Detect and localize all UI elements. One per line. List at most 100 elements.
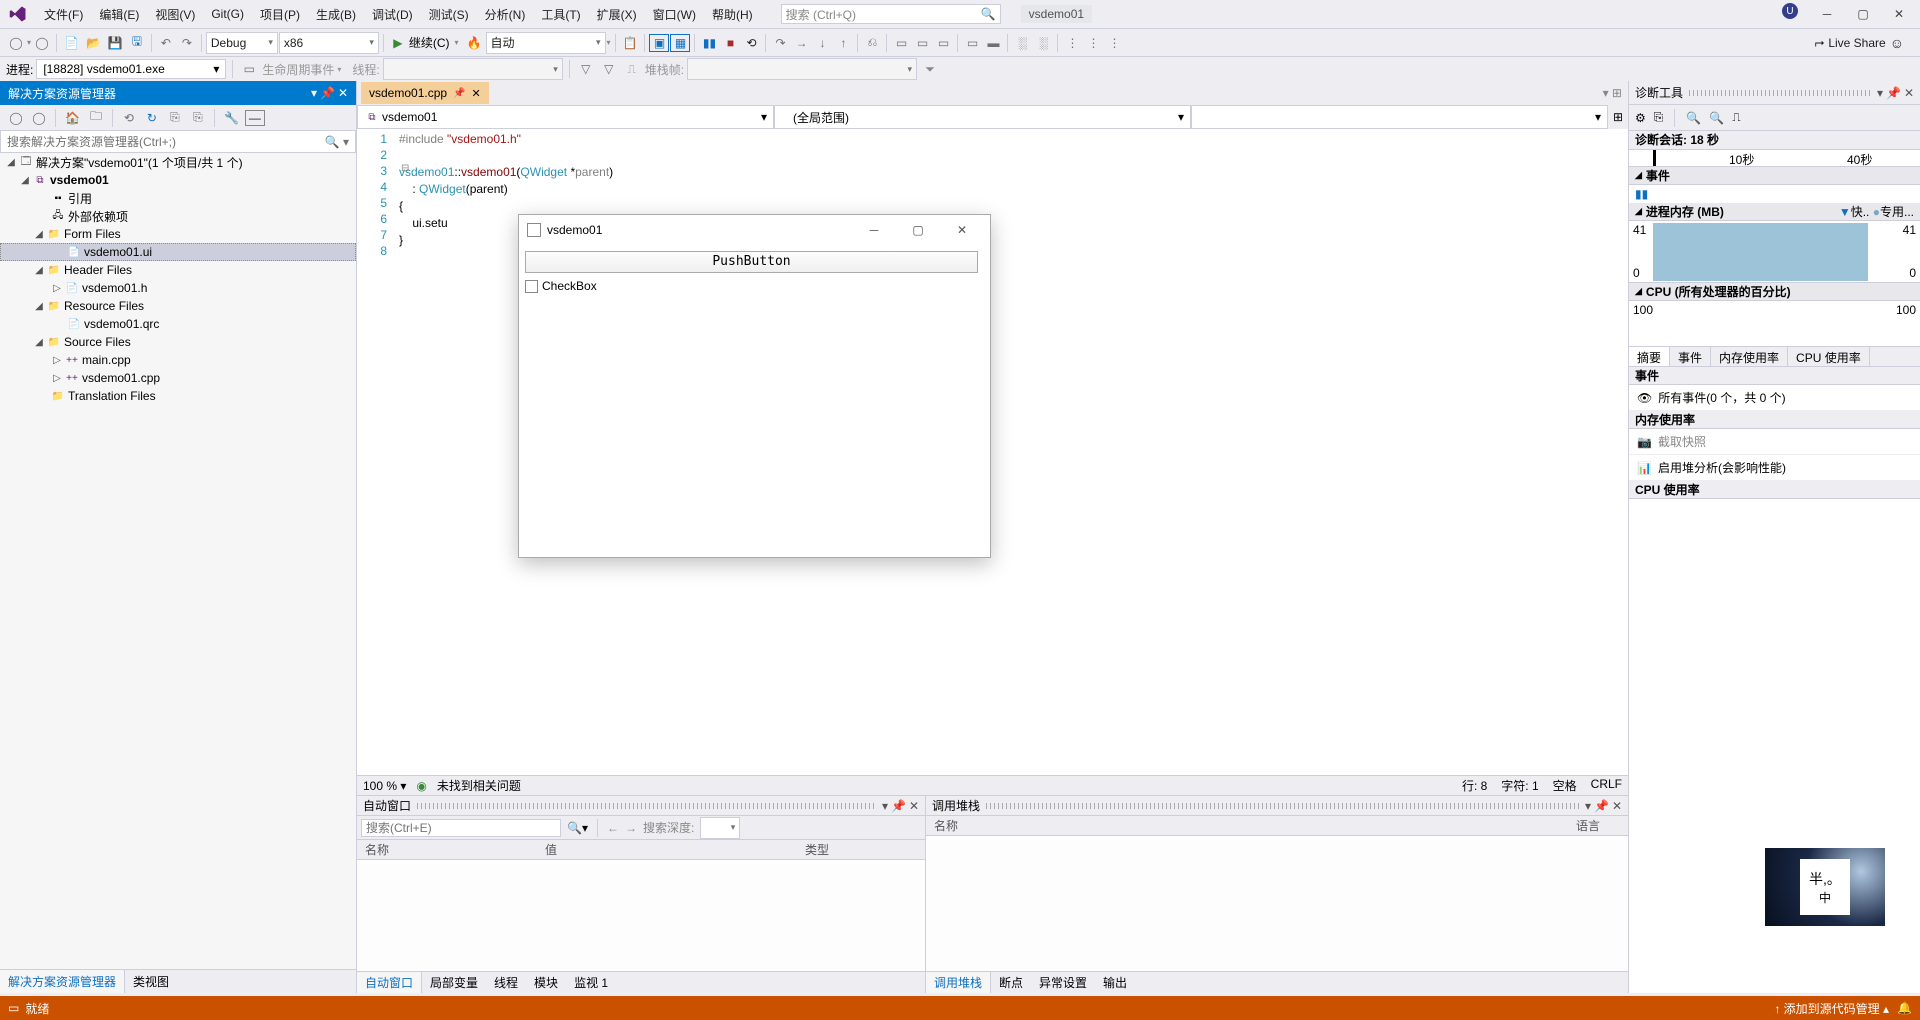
menu-ext[interactable]: 扩展(X) xyxy=(589,2,645,27)
cs-col-lang[interactable]: 语言 xyxy=(1568,817,1628,834)
snapshot-row[interactable]: 📷截取快照 xyxy=(1629,429,1920,455)
pause-icon[interactable]: ▮▮ xyxy=(699,32,719,54)
step-into-icon[interactable]: ↓ xyxy=(812,32,832,54)
pause-icon[interactable]: ▮▮ xyxy=(1635,187,1648,201)
user-avatar[interactable]: U xyxy=(1782,3,1798,19)
menu-edit[interactable]: 编辑(E) xyxy=(91,2,147,27)
pin-icon[interactable]: 📌 xyxy=(320,86,335,100)
tb-icon-m9[interactable]: ⋮ xyxy=(1062,32,1082,54)
tab-output[interactable]: 输出 xyxy=(1095,972,1135,993)
sln-allfiles-icon[interactable]: — xyxy=(245,110,265,126)
close-panel-icon[interactable]: ✕ xyxy=(338,86,348,100)
sln-refresh-icon[interactable]: ↻ xyxy=(142,107,162,129)
diag-tab-cpu[interactable]: CPU 使用率 xyxy=(1788,347,1870,366)
running-app-window[interactable]: vsdemo01 ─ ▢ ✕ PushButton CheckBox xyxy=(518,214,991,558)
menu-test[interactable]: 测试(S) xyxy=(421,2,477,27)
all-events-row[interactable]: 👁所有事件(0 个，共 0 个) xyxy=(1629,385,1920,411)
more-icon[interactable]: ⏷ xyxy=(920,58,940,80)
close-icon[interactable]: ✕ xyxy=(1612,799,1622,813)
tb-icon-m7[interactable]: ░ xyxy=(1012,32,1032,54)
translation-node[interactable]: Translation Files xyxy=(68,389,156,403)
sln-props-icon[interactable]: 🔧 xyxy=(221,107,242,129)
pin-icon[interactable]: 📌 xyxy=(1886,86,1901,100)
tb-icon-m8[interactable]: ░ xyxy=(1033,32,1053,54)
dropdown-icon[interactable]: ▾ xyxy=(311,86,317,100)
solution-tree[interactable]: ◢🗔解决方案"vsdemo01"(1 个项目/共 1 个) ◢⧉vsdemo01… xyxy=(0,153,356,969)
memory-chart[interactable]: 41 41 0 0 xyxy=(1629,221,1920,283)
external-deps-node[interactable]: 外部依赖项 xyxy=(68,208,128,225)
platform-combo[interactable]: x86▾ xyxy=(279,32,379,54)
zoom-combo[interactable]: 100 % ▾ xyxy=(363,779,406,793)
tb-icon-m10[interactable]: ⋮ xyxy=(1083,32,1103,54)
tb-icon-m5[interactable]: ▭ xyxy=(962,32,982,54)
doc-tab-vsdemo01-cpp[interactable]: vsdemo01.cpp 📌 ✕ xyxy=(361,82,489,104)
stackframe-combo[interactable]: ▾ xyxy=(687,58,917,80)
depth-combo[interactable]: ▾ xyxy=(700,817,740,839)
menu-analyze[interactable]: 分析(N) xyxy=(477,2,534,27)
nav-scope-combo[interactable]: (全局范围)▾ xyxy=(774,105,1191,129)
callstack-body[interactable] xyxy=(926,836,1628,971)
sln-i1-icon[interactable]: ⟲ xyxy=(119,107,139,129)
tab-modules[interactable]: 模块 xyxy=(526,972,566,993)
dropdown-icon[interactable]: ▾ xyxy=(882,799,888,813)
nav-back-icon[interactable]: ← xyxy=(607,821,619,835)
diag-tab-summary[interactable]: 摘要 xyxy=(1629,347,1670,366)
add-source-control[interactable]: ↑ 添加到源代码管理 ▴ xyxy=(1774,1000,1889,1017)
sln-i2-icon[interactable]: ⎘ xyxy=(165,107,185,129)
minimize-button[interactable]: ─ xyxy=(1810,3,1844,25)
cpu-section[interactable]: CPU (所有处理器的百分比) xyxy=(1646,283,1791,300)
quick-launch-input[interactable]: 搜索 (Ctrl+Q) 🔍 xyxy=(781,4,1001,24)
diag-tab-events[interactable]: 事件 xyxy=(1670,347,1711,366)
project-node[interactable]: vsdemo01 xyxy=(50,173,109,187)
redo-icon[interactable]: ↷ xyxy=(177,32,197,54)
sln-search-input[interactable]: 搜索解决方案资源管理器(Ctrl+;) 🔍 ▾ xyxy=(0,131,356,153)
restart-icon[interactable]: ⟲ xyxy=(741,32,761,54)
menu-help[interactable]: 帮助(H) xyxy=(704,2,761,27)
nav-member-combo[interactable]: ▾ xyxy=(1191,105,1608,129)
diag-tab-mem[interactable]: 内存使用率 xyxy=(1711,347,1788,366)
close-icon[interactable]: ✕ xyxy=(1904,86,1914,100)
doc-tab-dropdown-icon[interactable]: ▾ ⊞ xyxy=(1597,86,1628,100)
tab-exceptions[interactable]: 异常设置 xyxy=(1031,972,1095,993)
stackframe-icon[interactable]: ⎍ xyxy=(622,58,642,80)
menu-view[interactable]: 视图(V) xyxy=(147,2,203,27)
tb-icon-m3[interactable]: ▭ xyxy=(912,32,932,54)
nav-project-combo[interactable]: ⧉vsdemo01▾ xyxy=(357,105,774,129)
menu-project[interactable]: 项目(P) xyxy=(252,2,308,27)
app-close-button[interactable]: ✕ xyxy=(942,223,982,237)
filter-icon[interactable]: ▽ xyxy=(576,58,596,80)
tb-icon-m2[interactable]: ▭ xyxy=(891,32,911,54)
main-cpp-file[interactable]: main.cpp xyxy=(82,353,131,367)
split-editor-icon[interactable]: ⊞ xyxy=(1608,105,1628,129)
tab-threads[interactable]: 线程 xyxy=(486,972,526,993)
sln-i3-icon[interactable]: ⎘ xyxy=(188,107,208,129)
restore-button[interactable]: ▢ xyxy=(1846,3,1880,25)
close-icon[interactable]: ✕ xyxy=(909,799,919,813)
fold-icon[interactable]: ⊟ xyxy=(401,163,409,174)
continue-label[interactable]: 继续(C) xyxy=(409,34,450,51)
undo-icon[interactable]: ↶ xyxy=(156,32,176,54)
menu-window[interactable]: 窗口(W) xyxy=(645,2,704,27)
filter2-icon[interactable]: ▽ xyxy=(599,58,619,80)
save-all-icon[interactable]: 🖫 xyxy=(127,32,147,54)
tb-icon-m11[interactable]: ⋮ xyxy=(1104,32,1124,54)
step-over-icon[interactable]: ↷ xyxy=(770,32,790,54)
nav-fwd-icon[interactable]: → xyxy=(625,821,637,835)
menu-debug[interactable]: 调试(D) xyxy=(364,2,421,27)
nav-forward-icon[interactable]: ◯ xyxy=(32,32,52,54)
dropdown-icon[interactable]: ▾ xyxy=(1877,86,1883,100)
pin-icon[interactable]: 📌 xyxy=(891,799,906,813)
config-combo[interactable]: Debug▾ xyxy=(206,32,278,54)
tb-icon-m1[interactable]: ⎌ xyxy=(862,32,882,54)
tab-locals[interactable]: 局部变量 xyxy=(422,972,486,993)
auto-combo[interactable]: 自动▾ xyxy=(486,32,606,54)
tb-icon-m6[interactable]: ▬ xyxy=(983,32,1003,54)
menu-file[interactable]: 文件(F) xyxy=(36,2,91,27)
open-file-icon[interactable]: 📂 xyxy=(83,32,104,54)
tb-icon-3[interactable]: ▦ xyxy=(670,34,690,52)
menu-git[interactable]: Git(G) xyxy=(203,3,252,25)
source-files-node[interactable]: Source Files xyxy=(64,335,131,349)
mem-section[interactable]: 进程内存 (MB) xyxy=(1646,203,1724,220)
autos-search-input[interactable] xyxy=(361,819,561,837)
stop-icon[interactable]: ■ xyxy=(720,32,740,54)
